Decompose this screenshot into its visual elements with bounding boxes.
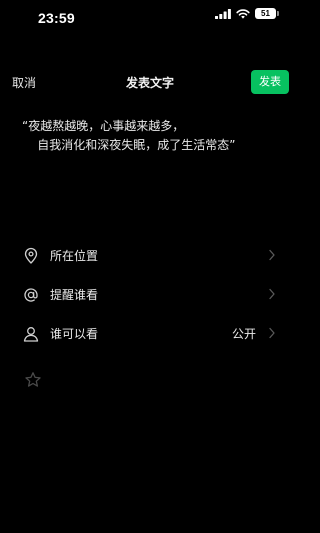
- visibility-row[interactable]: 谁可以看 公开: [0, 317, 300, 349]
- remind-label: 提醒谁看: [50, 288, 99, 302]
- post-text-screen: 23:59 51 取消 发表文字 发表 “夜越熬越晚，心事越来越多， 自我消化和…: [0, 0, 300, 533]
- battery-indicator: 51: [255, 8, 279, 19]
- status-bar: 23:59 51: [0, 0, 300, 40]
- status-time: 23:59: [38, 10, 75, 26]
- chevron-right-icon: [269, 327, 275, 339]
- publish-button[interactable]: 发表: [251, 70, 289, 94]
- star-icon[interactable]: [24, 371, 42, 389]
- remind-row[interactable]: 提醒谁看: [0, 278, 300, 310]
- location-pin-icon: [24, 247, 38, 264]
- person-icon: [23, 327, 39, 342]
- location-row[interactable]: 所在位置: [0, 239, 300, 271]
- wifi-icon: [236, 8, 250, 19]
- post-text-input[interactable]: “夜越熬越晚，心事越来越多， 自我消化和深夜失眠，成了生活常态”: [22, 117, 282, 155]
- visibility-value: 公开: [231, 327, 256, 341]
- chevron-right-icon: [269, 249, 275, 261]
- location-label: 所在位置: [50, 249, 99, 263]
- status-icons: 51: [215, 8, 279, 19]
- visibility-label: 谁可以看: [50, 327, 99, 341]
- chevron-right-icon: [269, 288, 275, 300]
- cellular-signal-icon: [215, 8, 231, 19]
- at-sign-icon: [24, 288, 38, 302]
- nav-bar: 取消 发表文字 发表: [0, 66, 300, 98]
